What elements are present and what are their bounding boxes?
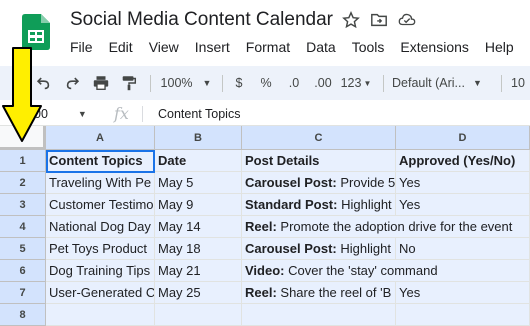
row-header-5[interactable]: 5 <box>0 238 46 260</box>
row-header-2[interactable]: 2 <box>0 172 46 194</box>
cell-a5[interactable]: Pet Toys Product <box>46 238 155 260</box>
cell-b1[interactable]: Date <box>155 150 242 172</box>
menu-view[interactable]: View <box>141 38 187 56</box>
menu-edit[interactable]: Edit <box>101 38 141 56</box>
post-detail-text: Highlight <box>336 241 391 256</box>
cell-b7[interactable]: May 25 <box>155 282 242 304</box>
percent-label: % <box>260 76 272 90</box>
row-header-4[interactable]: 4 <box>0 216 46 238</box>
chevron-down-icon: ▼ <box>363 78 372 88</box>
menu-file[interactable]: File <box>62 38 101 56</box>
row-header-3[interactable]: 3 <box>0 194 46 216</box>
cell-d1[interactable]: Approved (Yes/No) <box>396 150 530 172</box>
cell-a2[interactable]: Traveling With Pe <box>46 172 155 194</box>
row-header-8[interactable]: 8 <box>0 304 46 326</box>
toolbar: 100% ▼ $ % .0 .00 123 ▼ Default (Ari... … <box>0 66 530 100</box>
cell-b6[interactable]: May 21 <box>155 260 242 282</box>
post-detail-text: Cover the 'stay' command <box>284 263 438 278</box>
chevron-down-icon: ▼ <box>202 78 212 88</box>
font-size-input[interactable]: 10 <box>506 66 530 100</box>
cell-d5[interactable]: No <box>396 238 530 260</box>
increase-decimal-label: .00 <box>314 76 332 90</box>
paint-format-icon[interactable] <box>116 66 142 100</box>
chevron-down-icon: ▼ <box>472 78 482 88</box>
menu-format[interactable]: Format <box>238 38 298 56</box>
cloud-status-icon[interactable] <box>398 11 416 29</box>
cell-c3[interactable]: Standard Post: Highlight <box>242 194 396 216</box>
menu-help[interactable]: Help <box>477 38 522 56</box>
percent-format-button[interactable]: % <box>256 66 276 100</box>
row-header-6[interactable]: 6 <box>0 260 46 282</box>
menu-extensions[interactable]: Extensions <box>392 38 476 56</box>
cell-b4[interactable]: May 14 <box>155 216 242 238</box>
cell-c4[interactable]: Reel: Promote the adoption drive for the… <box>242 216 530 238</box>
cell-b2[interactable]: May 5 <box>155 172 242 194</box>
column-header-c[interactable]: C <box>242 126 396 150</box>
cell-a7[interactable]: User-Generated C <box>46 282 155 304</box>
post-detail-text: Highlight <box>337 197 392 212</box>
cell-c5[interactable]: Carousel Post: Highlight <box>242 238 396 260</box>
column-header-b[interactable]: B <box>155 126 242 150</box>
redo-icon[interactable] <box>60 66 86 100</box>
font-family-select[interactable]: Default (Ari... ▼ <box>392 66 496 100</box>
cell-a8[interactable] <box>46 304 155 326</box>
print-icon[interactable] <box>88 66 114 100</box>
column-header-a[interactable]: A <box>46 126 155 150</box>
cell-a6[interactable]: Dog Training Tips <box>46 260 155 282</box>
post-type-label: Carousel Post: <box>245 175 337 190</box>
yellow-down-arrow <box>2 47 42 142</box>
post-detail-text: Provide 5 <box>336 175 396 190</box>
font-size-value: 10 <box>511 76 525 90</box>
document-title[interactable]: Social Media Content Calendar <box>70 9 333 31</box>
post-detail-text: Promote the adoption drive for the event <box>276 219 513 234</box>
column-header-d[interactable]: D <box>396 126 530 150</box>
row-header-1[interactable]: 1 <box>0 150 46 172</box>
post-detail-text: Share the reel of 'B <box>276 285 392 300</box>
number-format-label: 123 <box>340 76 362 90</box>
font-family-value: Default (Ari... <box>392 76 465 90</box>
cell-a1[interactable]: Content Topics <box>46 150 155 172</box>
number-format-select[interactable]: 123 ▼ <box>339 66 373 100</box>
fx-icon: fx <box>114 104 129 123</box>
move-to-folder-icon[interactable] <box>370 11 388 29</box>
star-icon[interactable] <box>342 11 360 29</box>
title-bar: Social Media Content Calendar File Edit … <box>0 0 530 66</box>
zoom-select[interactable]: 100% ▼ <box>157 66 215 100</box>
cell-c6[interactable]: Video: Cover the 'stay' command <box>242 260 530 282</box>
google-sheets-logo[interactable] <box>22 14 50 50</box>
menu-bar: File Edit View Insert Format Data Tools … <box>62 38 522 56</box>
menu-data[interactable]: Data <box>298 38 344 56</box>
cell-d7[interactable]: Yes <box>396 282 530 304</box>
menu-insert[interactable]: Insert <box>187 38 238 56</box>
chevron-down-icon: ▼ <box>77 109 87 119</box>
currency-format-button[interactable]: $ <box>229 66 249 100</box>
cell-a3[interactable]: Customer Testimo <box>46 194 155 216</box>
currency-label: $ <box>235 76 243 90</box>
post-type-label: Standard Post: <box>245 197 338 212</box>
decrease-decimal-button[interactable]: .0 <box>281 66 307 100</box>
decrease-decimal-label: .0 <box>288 76 300 90</box>
row-header-7[interactable]: 7 <box>0 282 46 304</box>
spreadsheet-grid: A B C D 1 2 3 4 5 6 7 8 Content Topics D… <box>0 126 530 326</box>
cell-a4[interactable]: National Dog Day <box>46 216 155 238</box>
cell-c8[interactable] <box>242 304 396 326</box>
post-type-label: Reel: <box>245 285 277 300</box>
cell-d8[interactable] <box>396 304 530 326</box>
menu-tools[interactable]: Tools <box>344 38 393 56</box>
zoom-value: 100% <box>160 76 193 90</box>
formula-input[interactable]: Content Topics <box>158 102 240 126</box>
cell-d2[interactable]: Yes <box>396 172 530 194</box>
increase-decimal-button[interactable]: .00 <box>310 66 336 100</box>
cell-b8[interactable] <box>155 304 242 326</box>
cell-b3[interactable]: May 9 <box>155 194 242 216</box>
cell-b5[interactable]: May 18 <box>155 238 242 260</box>
post-type-label: Video: <box>245 263 285 278</box>
cell-d3[interactable]: Yes <box>396 194 530 216</box>
formula-bar: 00 ▼ fx Content Topics <box>0 102 530 126</box>
cell-c1[interactable]: Post Details <box>242 150 396 172</box>
post-type-label: Reel: <box>245 219 277 234</box>
post-type-label: Carousel Post: <box>245 241 337 256</box>
cell-c7[interactable]: Reel: Share the reel of 'B <box>242 282 396 304</box>
cell-c2[interactable]: Carousel Post: Provide 5 <box>242 172 396 194</box>
